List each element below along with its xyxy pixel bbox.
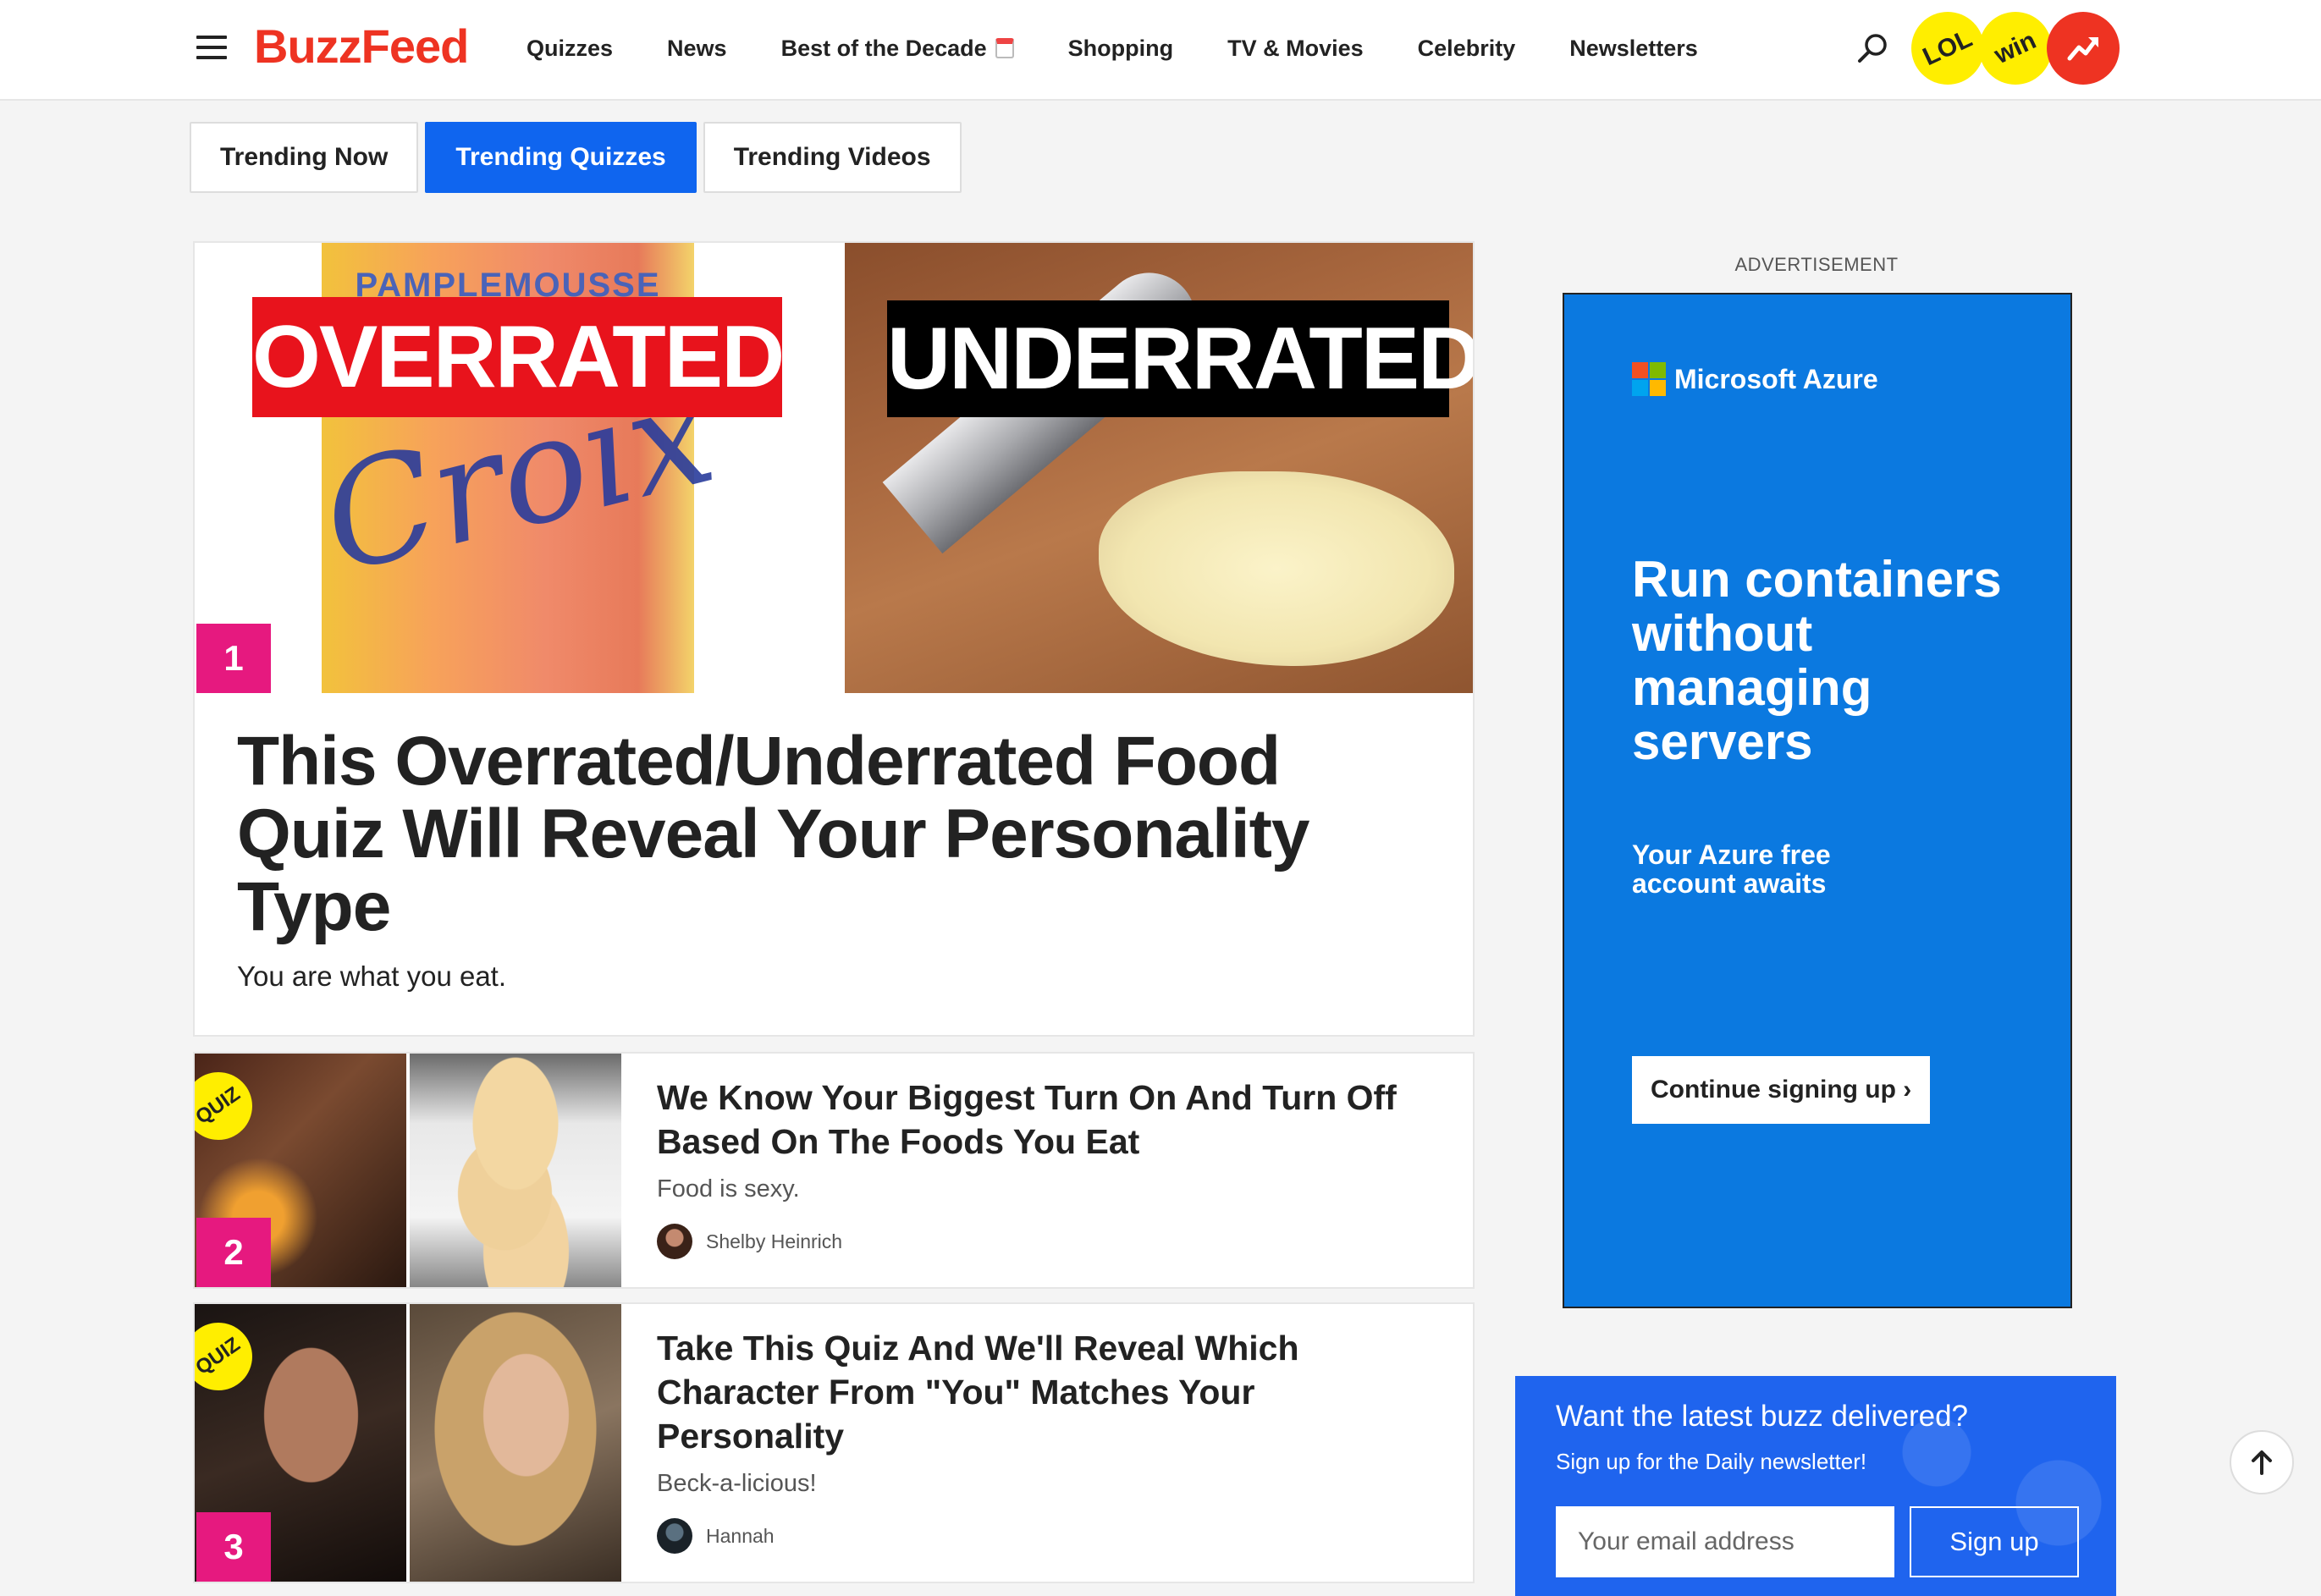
quiz-badge-label: QUIZ — [195, 1082, 245, 1130]
feature-subtitle: You are what you eat. — [237, 960, 507, 992]
microsoft-squares-icon — [1632, 362, 1666, 396]
card-subtitle: Food is sexy. — [657, 1175, 800, 1203]
lol-badge-label: LOL — [1918, 24, 1976, 72]
author-name: Hannah — [706, 1524, 775, 1547]
nav-shopping[interactable]: Shopping — [1068, 27, 1173, 69]
nav-newsletters[interactable]: Newsletters — [1569, 27, 1698, 69]
ad-headline: Run containers without managing servers — [1632, 551, 2002, 770]
nav-tv-movies[interactable]: TV & Movies — [1227, 27, 1364, 69]
main-nav: Quizzes News Best of the Decade Shopping… — [526, 27, 1752, 69]
trending-arrow-icon — [2067, 37, 2098, 61]
ad-brand: Microsoft Azure — [1674, 363, 1878, 394]
card-image[interactable]: QUIZ 2 — [195, 1054, 621, 1287]
list-item[interactable]: QUIZ 2 We Know Your Biggest Turn On And … — [193, 1052, 1475, 1289]
byline[interactable]: Hannah — [657, 1518, 1436, 1554]
card-subtitle: Beck-a-licious! — [657, 1470, 817, 1497]
search-icon[interactable] — [1854, 30, 1891, 68]
trending-badge[interactable] — [2047, 12, 2120, 85]
back-to-top-button[interactable] — [2230, 1430, 2294, 1494]
hamburger-icon[interactable] — [196, 36, 227, 61]
nav-news[interactable]: News — [667, 27, 727, 69]
avatar — [657, 1224, 692, 1259]
card-text: We Know Your Biggest Turn On And Turn Of… — [657, 1076, 1436, 1259]
newsletter-subtitle: Sign up for the Daily newsletter! — [1556, 1449, 1867, 1474]
microsoft-logo: Microsoft Azure — [1632, 362, 1878, 396]
newsletter-signup: Want the latest buzz delivered? Sign up … — [1515, 1376, 2116, 1596]
calendar-icon — [995, 38, 1014, 58]
nav-best-of-the-decade[interactable]: Best of the Decade — [781, 27, 1014, 69]
advertisement-label: ADVERTISEMENT — [1734, 254, 1899, 275]
author-name: Shelby Heinrich — [706, 1230, 843, 1252]
azure-ad[interactable]: Microsoft Azure Run containers without m… — [1563, 293, 2072, 1308]
underrated-label: UNDERRATED — [887, 300, 1473, 417]
card-title[interactable]: We Know Your Biggest Turn On And Turn Of… — [657, 1076, 1436, 1164]
list-item[interactable]: QUIZ 3 Take This Quiz And We'll Reveal W… — [193, 1302, 1475, 1583]
rank-badge: 1 — [196, 624, 271, 693]
butter-graphic — [1099, 471, 1454, 666]
email-field[interactable] — [1556, 1506, 1894, 1577]
win-badge[interactable]: win — [1979, 12, 2052, 85]
quiz-badge-label: QUIZ — [195, 1333, 245, 1380]
lol-badge[interactable]: LOL — [1911, 12, 1984, 85]
card-title[interactable]: Take This Quiz And We'll Reveal Which Ch… — [657, 1326, 1436, 1458]
feature-title[interactable]: This Overrated/Underrated Food Quiz Will… — [237, 725, 1439, 944]
overrated-label: OVERRATED — [252, 297, 785, 417]
newsletter-title: Want the latest buzz delivered? — [1556, 1400, 1969, 1433]
avatar — [657, 1518, 692, 1554]
nav-celebrity[interactable]: Celebrity — [1418, 27, 1516, 69]
nav-quizzes[interactable]: Quizzes — [526, 27, 613, 69]
win-badge-label: win — [1990, 26, 2041, 70]
arrow-up-icon — [2252, 1450, 2272, 1475]
tab-trending-quizzes[interactable]: Trending Quizzes — [425, 122, 697, 193]
tacos-thumbnail — [410, 1054, 621, 1287]
continue-signing-up-button[interactable]: Continue signing up › — [1632, 1056, 1931, 1124]
feature-card[interactable]: PAMPLEMOUSSE Croix OVERRATED UNDERRATED … — [193, 241, 1475, 1037]
tab-trending-now[interactable]: Trending Now — [190, 122, 419, 193]
card-text: Take This Quiz And We'll Reveal Which Ch… — [657, 1326, 1436, 1554]
character-thumbnail — [410, 1304, 621, 1582]
sign-up-button[interactable]: Sign up — [1910, 1506, 2079, 1577]
buzzfeed-logo[interactable]: BuzzFeed — [254, 15, 469, 78]
rank-badge: 2 — [196, 1218, 271, 1287]
ad-subline: Your Azure free account awaits — [1632, 839, 1831, 899]
nav-best-of-the-decade-label: Best of the Decade — [780, 36, 987, 61]
rank-badge: 3 — [196, 1512, 271, 1582]
feature-image[interactable]: PAMPLEMOUSSE Croix OVERRATED UNDERRATED … — [195, 243, 1473, 693]
tab-trending-videos[interactable]: Trending Videos — [703, 122, 962, 193]
feed-tabs: Trending Now Trending Quizzes Trending V… — [190, 122, 968, 193]
site-header: BuzzFeed Quizzes News Best of the Decade… — [0, 0, 2321, 101]
byline[interactable]: Shelby Heinrich — [657, 1224, 1436, 1259]
card-image[interactable]: QUIZ 3 — [195, 1304, 621, 1582]
